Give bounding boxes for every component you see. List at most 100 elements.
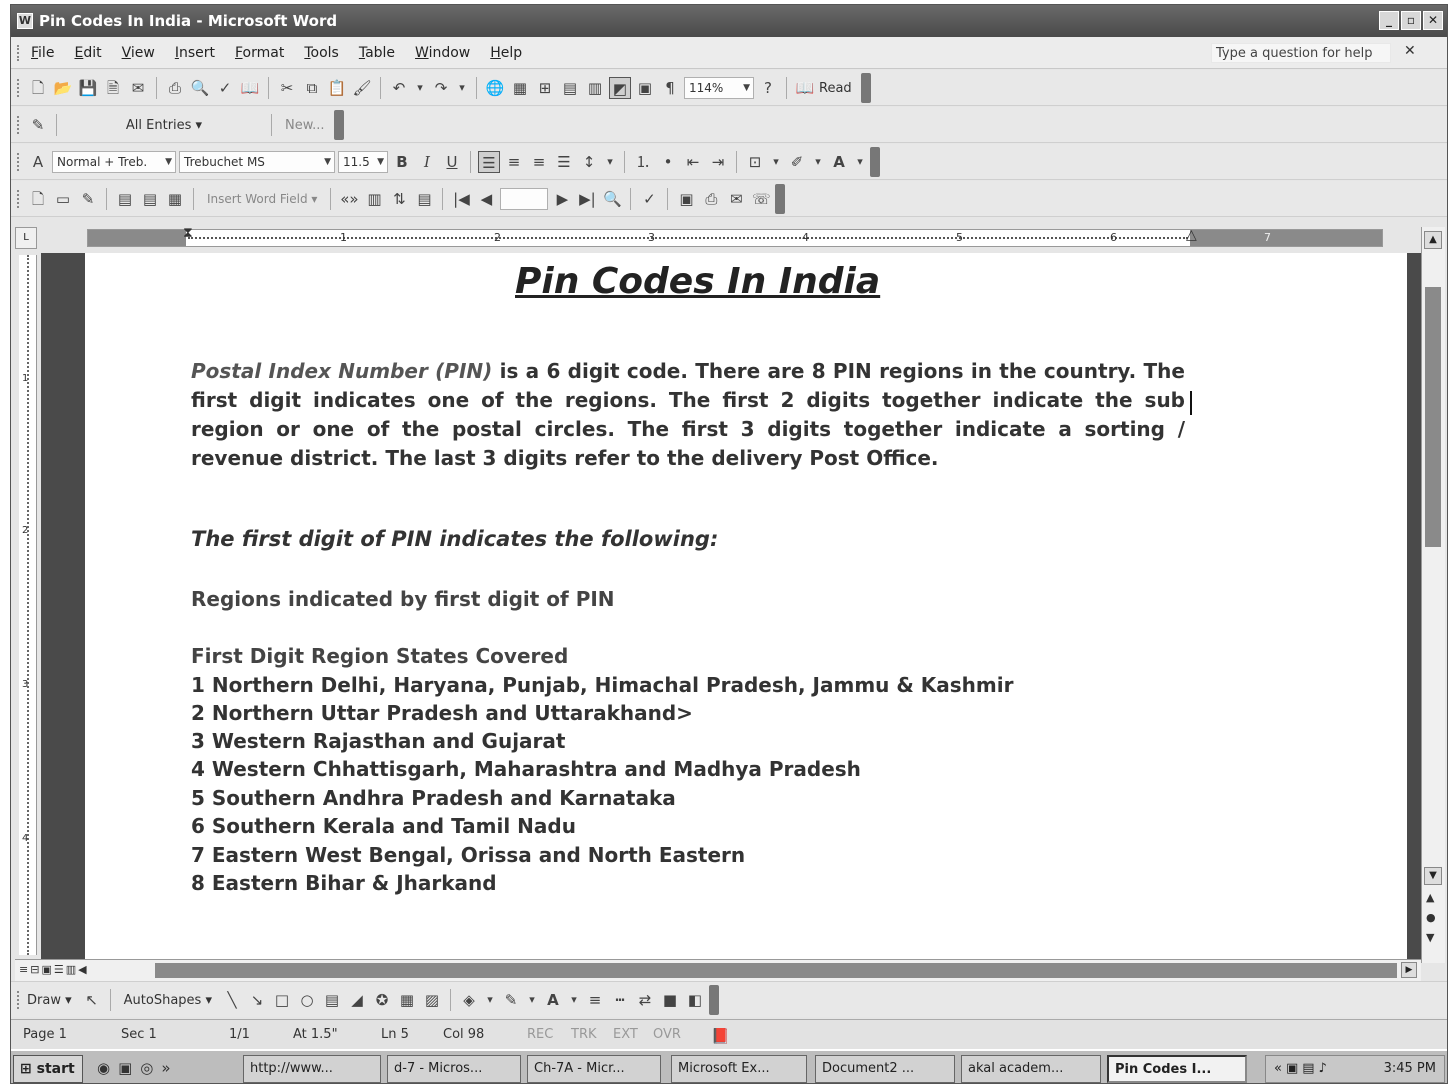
toolbar-grip[interactable] xyxy=(17,153,20,171)
columns-icon[interactable]: ▥ xyxy=(584,77,606,99)
insert-excel-icon[interactable]: ▤ xyxy=(559,77,581,99)
paste-icon[interactable]: 📋 xyxy=(326,77,348,99)
menu-help[interactable]: Help xyxy=(490,45,522,61)
maximize-button[interactable]: ▫ xyxy=(1401,11,1421,30)
toolbar-options-icon[interactable] xyxy=(870,147,880,177)
chevron-down-icon[interactable]: ▾ xyxy=(413,77,427,99)
taskbar-item[interactable]: Document2 ... xyxy=(815,1055,955,1083)
text-box-icon[interactable]: ▤ xyxy=(321,989,343,1011)
underline-button[interactable]: U xyxy=(441,151,463,173)
check-errors-icon[interactable]: ✓ xyxy=(638,188,660,210)
select-objects-icon[interactable]: ↖ xyxy=(81,989,103,1011)
document-map-icon[interactable]: ▣ xyxy=(634,77,656,99)
find-entry-icon[interactable]: 🔍 xyxy=(601,188,623,210)
shadow-icon[interactable]: ■ xyxy=(659,989,681,1011)
status-trk[interactable]: TRK xyxy=(571,1027,597,1042)
italic-button[interactable]: I xyxy=(416,151,438,173)
taskbar-item[interactable]: akal academ... xyxy=(961,1055,1101,1083)
merge-email-icon[interactable]: ✉ xyxy=(725,188,747,210)
browser-icon[interactable]: ◉ xyxy=(97,1059,110,1077)
styles-icon[interactable]: A xyxy=(27,151,49,173)
menu-tools[interactable]: Tools xyxy=(304,45,339,61)
line-icon[interactable]: ╲ xyxy=(221,989,243,1011)
copy-icon[interactable]: ⧉ xyxy=(301,77,323,99)
recipients-icon[interactable]: ✎ xyxy=(77,188,99,210)
menu-file[interactable]: File xyxy=(31,45,54,61)
toolbar-options-icon[interactable] xyxy=(775,184,786,214)
horizontal-scroll-track[interactable] xyxy=(155,963,1397,978)
main-document-setup-icon[interactable]: 🗋 xyxy=(27,188,49,210)
highlight-icon[interactable]: ✐ xyxy=(786,151,808,173)
wordart-icon[interactable]: ◢ xyxy=(346,989,368,1011)
chevron-down-icon[interactable]: ▾ xyxy=(567,989,581,1011)
record-number-input[interactable] xyxy=(500,188,549,210)
chevron-down-icon[interactable]: ▾ xyxy=(603,151,617,173)
taskbar-item[interactable]: d-7 - Micros... xyxy=(387,1055,521,1083)
document-page[interactable]: Pin Codes In India Postal Index Number (… xyxy=(85,253,1407,961)
toolbar-grip[interactable] xyxy=(17,79,20,97)
desktop-icon[interactable]: ▣ xyxy=(118,1059,132,1077)
media-player-icon[interactable]: ◎ xyxy=(140,1059,153,1077)
toolbar-options-icon[interactable] xyxy=(333,110,344,140)
scroll-up-icon[interactable]: ▲ xyxy=(1424,231,1442,249)
scroll-thumb[interactable] xyxy=(1425,287,1441,547)
fill-color-icon[interactable]: ◈ xyxy=(458,989,480,1011)
ask-question-input[interactable]: Type a question for help xyxy=(1211,43,1391,63)
match-fields-icon[interactable]: ⇅ xyxy=(388,188,410,210)
propagate-labels-icon[interactable]: ▤ xyxy=(413,188,435,210)
rectangle-icon[interactable]: □ xyxy=(271,989,293,1011)
font-select[interactable]: Trebuchet MS ▼ xyxy=(179,151,335,173)
close-document-icon[interactable]: ✕ xyxy=(1404,43,1416,59)
merge-fax-icon[interactable]: ☏ xyxy=(750,188,772,210)
vertical-ruler[interactable]: 1 2 3 4 xyxy=(19,255,37,955)
research-icon[interactable]: 📖 xyxy=(239,77,261,99)
all-entries-dropdown[interactable]: All Entries ▾ xyxy=(64,118,264,133)
toolbar-grip[interactable] xyxy=(17,991,20,1009)
menu-table[interactable]: Table xyxy=(359,45,395,61)
previous-record-icon[interactable]: ◀ xyxy=(475,188,497,210)
print-layout-icon[interactable]: ▣ xyxy=(41,963,51,976)
insert-word-field-dropdown[interactable]: Insert Word Field ▾ xyxy=(201,192,323,206)
chevron-down-icon[interactable]: ▾ xyxy=(853,151,867,173)
chevron-down-icon[interactable]: ▾ xyxy=(811,151,825,173)
chevron-down-icon[interactable]: ▾ xyxy=(455,77,469,99)
justify-icon[interactable]: ☰ xyxy=(553,151,575,173)
line-style-icon[interactable]: ≡ xyxy=(584,989,606,1011)
decrease-indent-icon[interactable]: ⇤ xyxy=(682,151,704,173)
web-layout-icon[interactable]: ⊟ xyxy=(30,963,39,976)
oval-icon[interactable]: ○ xyxy=(296,989,318,1011)
font-color-icon[interactable]: A xyxy=(542,989,564,1011)
arrow-style-icon[interactable]: ⇄ xyxy=(634,989,656,1011)
autoshapes-menu[interactable]: AutoShapes ▾ xyxy=(118,993,218,1008)
insert-address-block-icon[interactable]: ▤ xyxy=(114,188,136,210)
scroll-left-icon[interactable]: ◀ xyxy=(78,963,86,976)
next-page-icon[interactable]: ▼ xyxy=(1426,931,1434,944)
more-icon[interactable]: » xyxy=(161,1059,170,1077)
status-ovr[interactable]: OVR xyxy=(653,1027,681,1042)
outline-view-icon[interactable]: ☰ xyxy=(54,963,64,976)
first-record-icon[interactable]: |◀ xyxy=(450,188,472,210)
border-icon[interactable]: ⊡ xyxy=(744,151,766,173)
taskbar-item-active[interactable]: Pin Codes I... xyxy=(1107,1055,1247,1083)
toolbar-options-icon[interactable] xyxy=(860,73,871,103)
dash-style-icon[interactable]: ┅ xyxy=(609,989,631,1011)
new-autotext-button[interactable]: New... xyxy=(279,118,331,133)
menu-view[interactable]: View xyxy=(122,45,155,61)
align-left-icon[interactable]: ☰ xyxy=(478,151,500,173)
minimize-button[interactable]: _ xyxy=(1379,11,1399,30)
scroll-down-icon[interactable]: ▼ xyxy=(1424,867,1442,885)
arrow-icon[interactable]: ↘ xyxy=(246,989,268,1011)
font-size-select[interactable]: 11.5 ▼ xyxy=(338,151,388,173)
previous-page-icon[interactable]: ▲ xyxy=(1426,891,1434,904)
picture-icon[interactable]: ▨ xyxy=(421,989,443,1011)
select-browse-object-icon[interactable]: ● xyxy=(1426,911,1436,924)
close-button[interactable]: ✕ xyxy=(1423,11,1443,30)
merge-printer-icon[interactable]: ⎙ xyxy=(700,188,722,210)
print-icon[interactable]: ⎙ xyxy=(164,77,186,99)
chevron-down-icon[interactable]: ▾ xyxy=(525,989,539,1011)
drawing-icon[interactable]: ◩ xyxy=(609,77,631,99)
taskbar-item[interactable]: Microsoft Ex... xyxy=(671,1055,807,1083)
read-icon[interactable]: 📖 xyxy=(794,77,816,99)
left-indent-marker[interactable]: ⧗ xyxy=(183,225,193,241)
vertical-scrollbar[interactable]: ▲ ▼ ▲ ● ▼ xyxy=(1421,227,1445,963)
